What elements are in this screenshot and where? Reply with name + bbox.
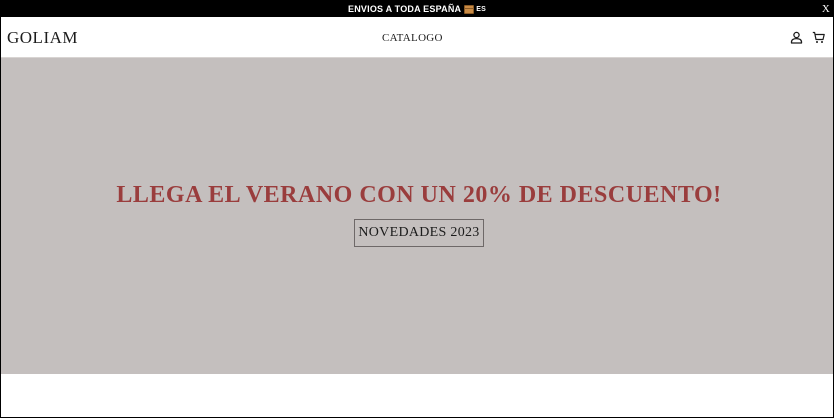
announcement-bar: ENVIOS A TODA ESPAÑA ES X	[1, 1, 833, 17]
nav-link-catalogo[interactable]: CATALOGO	[382, 17, 443, 58]
announcement-text: ENVIOS A TODA ESPAÑA	[348, 4, 462, 14]
header-icons	[781, 17, 825, 58]
site-header: GOLIAM CATALOGO	[1, 17, 833, 58]
close-announcement-button[interactable]: X	[822, 1, 830, 17]
language-label: ES	[476, 5, 486, 13]
logo[interactable]: GOLIAM	[7, 17, 78, 58]
hero-title: LLEGA EL VERANO CON UN 20% DE DESCUENTO!	[116, 182, 722, 208]
content-area	[1, 374, 833, 417]
account-icon[interactable]	[789, 31, 803, 45]
page: ENVIOS A TODA ESPAÑA ES X GOLIAM CATALOG…	[0, 0, 834, 418]
hero-banner: LLEGA EL VERANO CON UN 20% DE DESCUENTO!…	[1, 58, 833, 374]
package-icon	[464, 4, 475, 14]
novedades-button[interactable]: NOVEDADES 2023	[354, 219, 484, 247]
cart-icon[interactable]	[811, 31, 825, 45]
